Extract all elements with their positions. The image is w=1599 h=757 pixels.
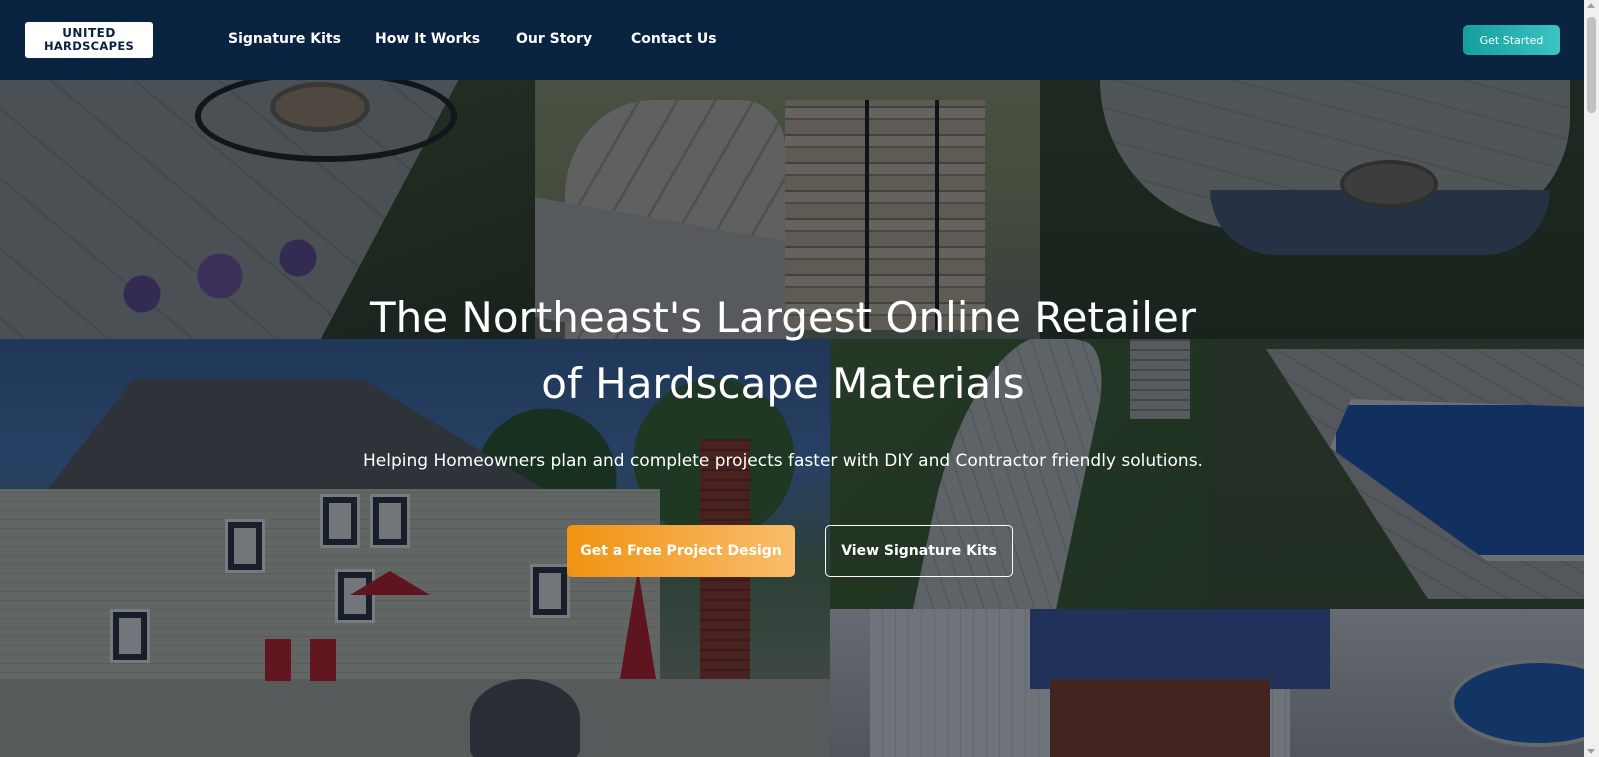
hero-subtitle: Helping Homeowners plan and complete pro… <box>363 451 1203 471</box>
hero-content: The Northeast's Largest Online Retailer … <box>0 80 1584 757</box>
scroll-up-arrow-icon[interactable] <box>1587 3 1595 8</box>
nav-link-contact-us[interactable]: Contact Us <box>631 31 717 47</box>
nav-link-our-story[interactable]: Our Story <box>516 31 592 47</box>
get-started-button[interactable]: Get Started <box>1463 25 1560 55</box>
hero-title-line-2: of Hardscape Materials <box>541 359 1025 408</box>
view-signature-kits-button[interactable]: View Signature Kits <box>825 525 1013 577</box>
logo-line-2: HARDSCAPES <box>43 39 135 53</box>
nav-link-how-it-works[interactable]: How It Works <box>375 31 480 47</box>
nav-link-signature-kits[interactable]: Signature Kits <box>228 31 341 47</box>
hero-title-line-1: The Northeast's Largest Online Retailer <box>369 293 1197 342</box>
hero-title: The Northeast's Largest Online Retailer … <box>0 285 1566 417</box>
free-project-design-button[interactable]: Get a Free Project Design <box>567 525 795 577</box>
page-scrollbar[interactable] <box>1584 0 1599 757</box>
scroll-down-arrow-icon[interactable] <box>1587 749 1595 754</box>
brand-logo[interactable]: UNITED HARDSCAPES <box>25 22 153 58</box>
scrollbar-thumb[interactable] <box>1587 17 1596 113</box>
site-header: UNITED HARDSCAPES Signature Kits How It … <box>0 0 1584 80</box>
